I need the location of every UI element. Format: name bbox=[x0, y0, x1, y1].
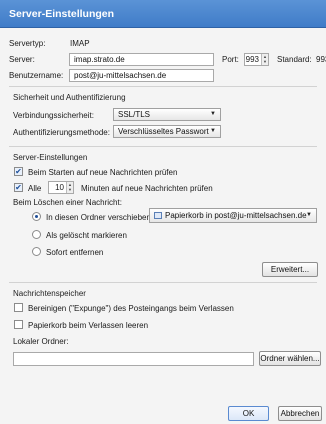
chevron-down-icon: ▼ bbox=[210, 111, 216, 117]
auth-method-label: Authentifizierungsmethode: bbox=[13, 128, 110, 137]
interval-spin-buttons[interactable]: ▲ ▼ bbox=[66, 182, 73, 193]
delete-move-radio[interactable] bbox=[32, 212, 41, 221]
dialog-header: Server-Einstellungen bbox=[0, 0, 326, 28]
delete-mark-radio[interactable] bbox=[32, 230, 41, 239]
connection-security-select[interactable]: SSL/TLS ▼ bbox=[113, 108, 221, 121]
empty-trash-checkbox[interactable] bbox=[14, 320, 23, 329]
connection-security-value: SSL/TLS bbox=[118, 110, 151, 119]
server-type-value: IMAP bbox=[70, 39, 90, 48]
chevron-down-icon: ▼ bbox=[210, 128, 216, 134]
section-divider bbox=[9, 86, 317, 87]
delete-remove-label: Sofort entfernen bbox=[46, 248, 104, 257]
delete-mark-label: Als gelöscht markieren bbox=[46, 231, 127, 240]
check-every-checkbox[interactable]: ✔ bbox=[14, 183, 23, 192]
on-delete-label: Beim Löschen einer Nachricht: bbox=[13, 198, 122, 207]
trash-folder-value: Papierkorb in post@ju-mittelsachsen.de bbox=[165, 211, 307, 220]
local-folder-input[interactable] bbox=[13, 352, 254, 366]
port-stepper[interactable]: 993 ▲ ▼ bbox=[244, 53, 269, 66]
check-every-label: Alle bbox=[28, 184, 42, 193]
choose-folder-button[interactable]: Ordner wählen... bbox=[259, 351, 321, 366]
section-divider bbox=[9, 146, 317, 147]
server-type-label: Servertyp: bbox=[9, 39, 46, 48]
chevron-down-icon: ▼ bbox=[306, 212, 312, 218]
cancel-button[interactable]: Abbrechen bbox=[278, 406, 322, 421]
delete-move-label: In diesen Ordner verschieben: bbox=[46, 213, 154, 222]
trash-folder-select[interactable]: Papierkorb in post@ju-mittelsachsen.de ▼ bbox=[149, 208, 317, 223]
port-label: Port: bbox=[222, 55, 239, 64]
check-every-suffix: Minuten auf neue Nachrichten prüfen bbox=[81, 184, 213, 193]
username-input[interactable] bbox=[69, 69, 214, 82]
spin-down-icon[interactable]: ▼ bbox=[68, 187, 72, 192]
spin-down-icon[interactable]: ▼ bbox=[263, 59, 267, 64]
check-interval-stepper[interactable]: 10 ▲ ▼ bbox=[48, 181, 74, 194]
connection-security-label: Verbindungssicherheit: bbox=[13, 111, 94, 120]
advanced-button[interactable]: Erweitert... bbox=[262, 262, 318, 277]
standard-port-value: 993 bbox=[316, 55, 326, 64]
local-folder-label: Lokaler Ordner: bbox=[13, 337, 69, 346]
server-settings-section-title: Server-Einstellungen bbox=[13, 153, 88, 162]
username-label: Benutzername: bbox=[9, 71, 64, 80]
storage-section-title: Nachrichtenspeicher bbox=[13, 289, 86, 298]
port-spin-buttons[interactable]: ▲ ▼ bbox=[261, 54, 268, 65]
auth-method-value: Verschlüsseltes Passwort bbox=[118, 127, 209, 136]
folder-icon bbox=[154, 212, 162, 219]
section-divider bbox=[9, 282, 317, 283]
check-on-start-label: Beim Starten auf neue Nachrichten prüfen bbox=[28, 168, 178, 177]
check-on-start-checkbox[interactable]: ✔ bbox=[14, 167, 23, 176]
auth-method-select[interactable]: Verschlüsseltes Passwort ▼ bbox=[113, 125, 221, 138]
expunge-checkbox[interactable] bbox=[14, 303, 23, 312]
port-value: 993 bbox=[245, 55, 259, 64]
server-input[interactable] bbox=[69, 53, 214, 66]
page-title: Server-Einstellungen bbox=[9, 8, 115, 20]
check-interval-value: 10 bbox=[55, 183, 64, 192]
delete-remove-radio[interactable] bbox=[32, 247, 41, 256]
standard-label: Standard: bbox=[277, 55, 312, 64]
empty-trash-label: Papierkorb beim Verlassen leeren bbox=[28, 321, 149, 330]
server-label: Server: bbox=[9, 55, 35, 64]
security-section-title: Sicherheit und Authentifizierung bbox=[13, 93, 126, 102]
expunge-label: Bereinigen ("Expunge") des Posteingangs … bbox=[28, 304, 234, 313]
ok-button[interactable]: OK bbox=[228, 406, 269, 421]
